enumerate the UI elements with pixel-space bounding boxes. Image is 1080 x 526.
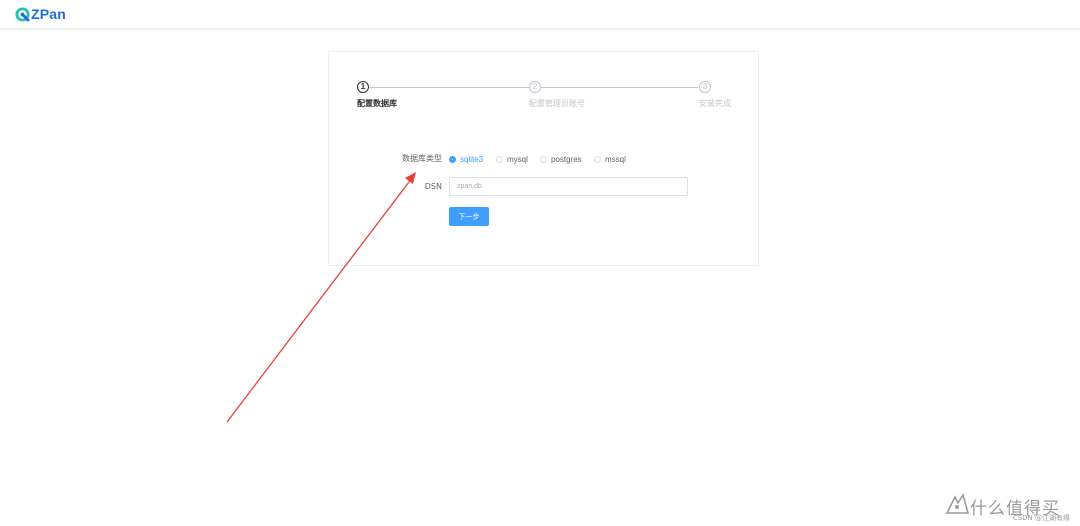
step-connector-2	[540, 87, 698, 88]
next-step-button[interactable]: 下一步	[449, 207, 489, 226]
step-2-label: 配置管理员账号	[529, 99, 585, 108]
step-2-number: 2	[529, 81, 541, 93]
radio-mysql-label: mysql	[507, 154, 528, 164]
radio-sqlite3[interactable]: sqlite3	[449, 153, 483, 165]
dsn-input[interactable]	[449, 177, 688, 196]
radio-postgres[interactable]: postgres	[540, 153, 582, 165]
smzdm-logo-icon	[945, 493, 970, 514]
zpan-logo-icon	[15, 6, 30, 22]
radio-sqlite3-dot[interactable]	[449, 155, 456, 163]
db-type-label: 数据库类型	[402, 154, 442, 163]
step-1-number: 1	[357, 81, 369, 93]
app-logo[interactable]: ZPan	[15, 5, 66, 23]
radio-mssql-label: mssql	[605, 154, 626, 164]
radio-mssql[interactable]: mssql	[594, 153, 626, 165]
top-bar: ZPan	[0, 0, 1080, 28]
app-logo-text: ZPan	[31, 6, 67, 22]
radio-postgres-label: postgres	[551, 154, 582, 164]
watermark-sub-text: CSDN @江湖有缘	[1012, 514, 1070, 522]
radio-sqlite3-label: sqlite3	[460, 154, 484, 164]
dsn-label: DSN	[424, 182, 442, 191]
step-3-label: 安装完成	[699, 99, 731, 108]
radio-mysql-dot[interactable]	[496, 155, 503, 163]
step-connector-1	[370, 87, 529, 88]
step-3-number: 3	[699, 81, 711, 93]
step-1-label: 配置数据库	[357, 99, 397, 108]
radio-mssql-dot[interactable]	[594, 155, 601, 163]
install-steps: 1 配置数据库 2 配置管理员账号 3 安装完成	[357, 81, 731, 121]
install-card: 1 配置数据库 2 配置管理员账号 3 安装完成 数据库类型 sqlite3 m…	[328, 51, 759, 266]
radio-postgres-dot[interactable]	[540, 155, 547, 163]
radio-mysql[interactable]: mysql	[496, 153, 528, 165]
watermark: 什么值得买 CSDN @江湖有缘	[944, 493, 1072, 523]
